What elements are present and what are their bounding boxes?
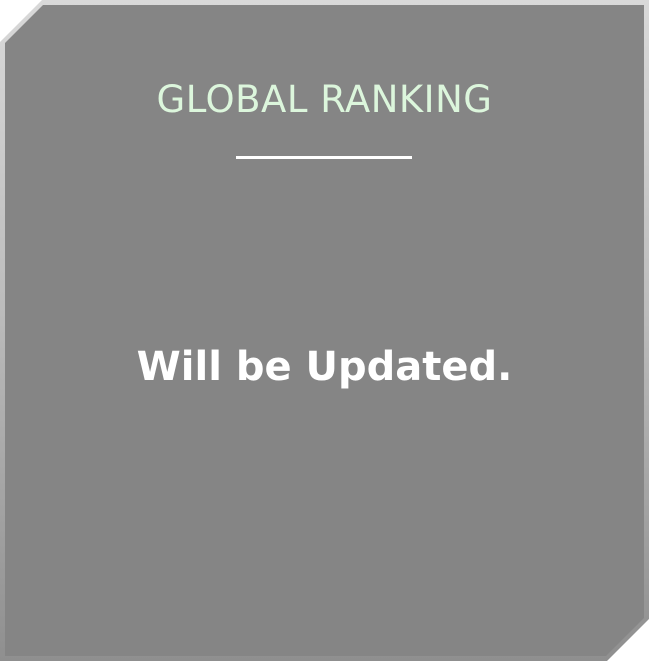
panel-title: GLOBAL RANKING — [156, 78, 493, 121]
title-divider — [236, 156, 412, 159]
ranking-panel: GLOBAL RANKING Will be Updated. — [5, 5, 644, 656]
status-message: Will be Updated. — [136, 344, 513, 390]
ranking-panel-frame: GLOBAL RANKING Will be Updated. — [0, 0, 649, 661]
